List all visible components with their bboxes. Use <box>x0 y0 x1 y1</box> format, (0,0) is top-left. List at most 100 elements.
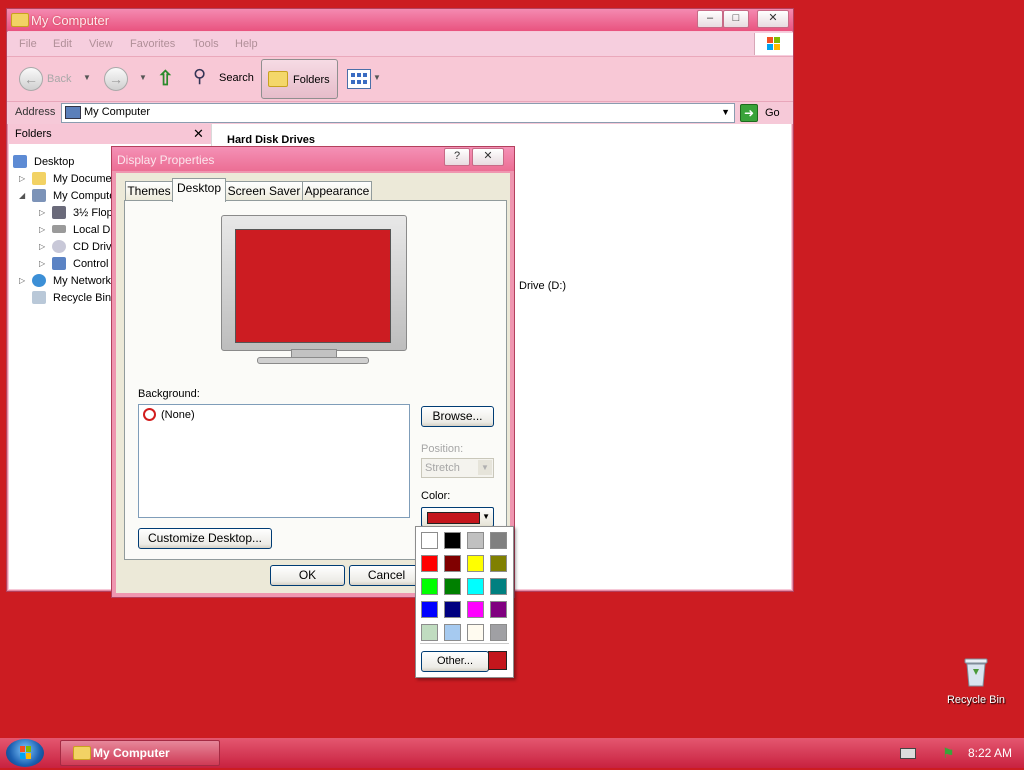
color-swatch[interactable] <box>421 578 438 595</box>
color-swatch[interactable] <box>444 601 461 618</box>
tab-screen-saver[interactable]: Screen Saver <box>225 181 303 201</box>
close-button[interactable]: ✕ <box>757 10 789 28</box>
folders-button[interactable]: Folders <box>261 59 338 99</box>
maximize-button[interactable]: □ <box>723 10 749 28</box>
menu-favorites[interactable]: Favorites <box>130 38 175 50</box>
color-swatch[interactable] <box>444 578 461 595</box>
color-swatch[interactable] <box>490 601 507 618</box>
recycle-bin-icon <box>964 658 988 687</box>
color-swatch[interactable] <box>444 555 461 572</box>
position-label: Position: <box>421 443 464 455</box>
position-select[interactable]: Stretch ▼ <box>421 458 494 478</box>
tab-themes[interactable]: Themes <box>125 181 173 201</box>
menu-help[interactable]: Help <box>235 38 258 50</box>
up-folder-icon[interactable]: ⇧ <box>157 66 174 91</box>
menu-edit[interactable]: Edit <box>53 38 72 50</box>
back-arrow-icon[interactable]: ← <box>19 67 43 91</box>
folder-icon <box>268 71 288 87</box>
color-swatch[interactable] <box>421 601 438 618</box>
expand-icon[interactable]: ▷ <box>39 256 45 272</box>
back-button-label[interactable]: Back <box>47 73 71 85</box>
address-value: My Computer <box>84 106 151 118</box>
start-button[interactable] <box>6 739 44 767</box>
menu-view[interactable]: View <box>89 38 113 50</box>
expand-icon[interactable]: ▷ <box>39 222 45 238</box>
drive-d-label[interactable]: Drive (D:) <box>519 280 566 292</box>
monitor-preview <box>221 215 407 364</box>
tree-item-desktop[interactable]: Desktop <box>13 154 74 170</box>
desktop-icon <box>13 155 27 168</box>
tab-desktop[interactable]: Desktop <box>172 178 226 202</box>
color-swatch[interactable] <box>444 532 461 549</box>
folders-pane-header: Folders ✕ <box>9 124 211 144</box>
monitor-screen <box>235 229 391 343</box>
tree-label: My Computer <box>53 190 120 202</box>
color-swatch[interactable] <box>467 532 484 549</box>
folders-button-label: Folders <box>293 74 330 86</box>
explorer-title-bar[interactable]: My Computer – □ ✕ <box>7 9 793 31</box>
tree-label: Recycle Bin <box>53 292 112 304</box>
cancel-button[interactable]: Cancel <box>349 565 424 586</box>
folder-icon <box>73 746 91 760</box>
expand-icon[interactable]: ▷ <box>39 205 45 221</box>
desktop-recycle-bin[interactable]: Recycle Bin <box>940 656 1012 712</box>
folder-icon <box>11 13 29 27</box>
close-pane-icon[interactable]: ✕ <box>193 126 204 142</box>
expand-icon[interactable]: ▷ <box>19 273 25 289</box>
color-swatch[interactable] <box>490 624 507 641</box>
search-button-label[interactable]: Search <box>219 72 254 84</box>
tree-item-recycle-bin[interactable]: Recycle Bin <box>19 290 111 306</box>
forward-arrow-icon[interactable]: → <box>104 67 128 91</box>
color-swatch[interactable] <box>421 624 438 641</box>
menu-tools[interactable]: Tools <box>193 38 219 50</box>
background-list[interactable]: (None) <box>138 404 410 518</box>
forward-dropdown-icon[interactable]: ▼ <box>139 73 147 82</box>
dialog-close-button[interactable]: ✕ <box>472 148 504 166</box>
other-color-button[interactable]: Other... <box>421 651 489 672</box>
tree-item-my-computer[interactable]: ◢ My Computer <box>19 188 119 204</box>
keyboard-icon[interactable] <box>900 748 916 759</box>
cd-icon <box>52 240 66 253</box>
color-swatch[interactable] <box>467 624 484 641</box>
expand-icon[interactable]: ▷ <box>39 239 45 255</box>
address-input[interactable]: My Computer ▼ <box>61 103 735 123</box>
address-dropdown-icon[interactable]: ▼ <box>721 107 730 117</box>
window-title: My Computer <box>31 13 110 28</box>
swatch-grid <box>416 527 513 645</box>
chevron-down-icon: ▼ <box>482 512 490 521</box>
browse-button[interactable]: Browse... <box>421 406 494 427</box>
clock[interactable]: 8:22 AM <box>968 746 1012 760</box>
computer-icon <box>65 106 81 119</box>
back-dropdown-icon[interactable]: ▼ <box>83 73 91 82</box>
desktop-tab-panel: Background: (None) Browse... Position: S… <box>124 200 507 560</box>
ok-button[interactable]: OK <box>270 565 345 586</box>
network-tray-icon[interactable]: ⚑ <box>942 745 955 762</box>
color-picker-button[interactable]: ▼ <box>421 507 494 527</box>
color-swatch[interactable] <box>467 555 484 572</box>
collapse-icon[interactable]: ◢ <box>19 188 25 204</box>
system-tray: ⚑ 8:22 AM <box>870 738 1024 768</box>
dialog-title-bar[interactable]: Display Properties ? ✕ <box>112 147 514 171</box>
tab-appearance[interactable]: Appearance <box>302 181 372 201</box>
color-swatch[interactable] <box>490 578 507 595</box>
menu-file[interactable]: File <box>19 38 37 50</box>
color-swatch[interactable] <box>421 532 438 549</box>
color-swatch[interactable] <box>467 578 484 595</box>
color-swatch[interactable] <box>490 532 507 549</box>
windows-logo-icon <box>754 33 793 55</box>
help-button[interactable]: ? <box>444 148 470 166</box>
views-dropdown-icon[interactable]: ▼ <box>373 73 381 82</box>
current-color-swatch[interactable] <box>488 651 507 670</box>
search-icon[interactable]: ⚲ <box>193 66 206 87</box>
go-button[interactable]: ➜ Go <box>737 103 791 123</box>
views-icon[interactable] <box>347 69 371 89</box>
tree-item-cd-drive[interactable]: ▷ CD Drive <box>39 239 118 255</box>
expand-icon[interactable]: ▷ <box>19 171 25 187</box>
customize-desktop-button[interactable]: Customize Desktop... <box>138 528 272 549</box>
color-swatch[interactable] <box>444 624 461 641</box>
color-swatch[interactable] <box>467 601 484 618</box>
color-swatch[interactable] <box>490 555 507 572</box>
minimize-button[interactable]: – <box>697 10 723 28</box>
taskbar-item-my-computer[interactable]: My Computer <box>60 740 220 766</box>
color-swatch[interactable] <box>421 555 438 572</box>
